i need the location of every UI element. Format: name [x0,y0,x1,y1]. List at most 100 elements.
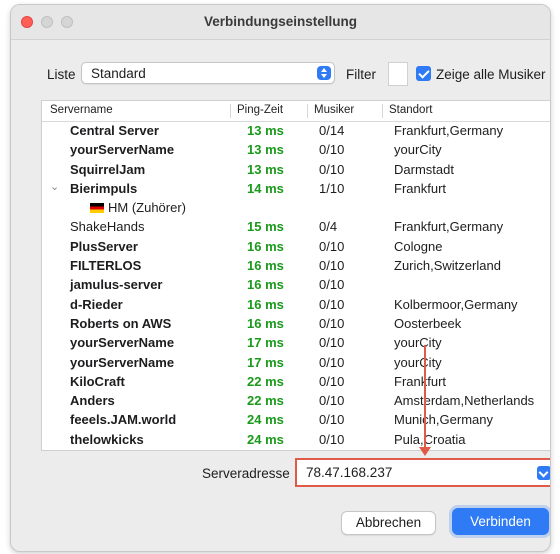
server-location: Kolbermoor,Germany [394,296,518,312]
ping-time: 17 ms [247,335,284,351]
ping-time: 16 ms [247,258,284,274]
table-row[interactable]: Roberts on AWS 16 ms 0/10 Oosterbeek [42,314,550,333]
server-name: Roberts on AWS [70,315,172,331]
musician-count: 0/10 [319,142,345,158]
table-row[interactable]: d-Rieder 16 ms 0/10 Kolbermoor,Germany [42,295,550,314]
server-location: Frankfurt,Germany [394,219,504,235]
ping-time: 16 ms [247,315,284,331]
connection-settings-window: Verbindungseinstellung Liste Standard Fi… [10,4,551,552]
server-name: ShakeHands [70,219,145,235]
ping-time: 16 ms [247,296,284,312]
table-row[interactable]: yourServerName 17 ms 0/10 yourCity [42,333,550,352]
title-bar: Verbindungseinstellung [11,5,550,40]
ping-time: 24 ms [247,431,284,447]
musician-count: 0/10 [319,373,345,389]
table-row[interactable]: SquirrelJam 13 ms 0/10 Darmstadt [42,160,550,179]
ping-time: 22 ms [247,373,284,389]
musician-count: 0/10 [319,335,345,351]
server-location: yourCity [394,142,442,158]
server-location: Frankfurt [394,180,447,196]
server-location: Amsterdam,Netherlands [394,393,535,409]
musician-count: 0/10 [319,431,345,447]
liste-select[interactable]: Standard [81,62,335,84]
column-header-standort[interactable]: Standort [389,104,432,116]
server-address-input[interactable]: 78.47.168.237 [300,463,532,482]
table-row[interactable]: feeels.JAM.world 24 ms 0/10 Munich,Germany [42,410,550,429]
server-location: yourCity [394,335,442,351]
column-divider [307,104,308,118]
server-name: thelowkicks [70,431,144,447]
musician-count: 0/4 [319,219,338,235]
table-row[interactable]: yourServerName 13 ms 0/10 yourCity [42,140,550,159]
ping-time: 13 ms [247,142,284,158]
liste-select-value: Standard [91,66,146,81]
filter-input[interactable] [388,62,408,86]
table-row[interactable]: thelowkicks 24 ms 0/10 Pula,Croatia [42,430,550,449]
server-name: Bierimpuls [70,180,138,196]
show-all-musicians-checkbox[interactable] [416,66,431,81]
client-row: HM (Zuhörer) [42,198,550,217]
select-arrows-icon [317,66,331,80]
musician-count: 0/10 [319,238,345,254]
server-list-table[interactable]: Servername Ping-Zeit Musiker Standort Ce… [41,100,550,451]
chevron-down-icon[interactable] [537,466,550,480]
ping-time: 14 ms [247,180,284,196]
server-rows: Central Server 13 ms 0/14 Frankfurt,Germany… [42,121,550,449]
server-name: Anders [70,393,115,409]
ping-time: 15 ms [247,219,284,235]
table-row[interactable]: FILTERLOS 16 ms 0/10 Zurich,Switzerland [42,256,550,275]
server-name: SquirrelJam [70,161,146,177]
chevron-down-icon[interactable]: ⌄ [50,180,59,193]
server-location: Frankfurt,Germany [394,123,504,138]
table-header: Servername Ping-Zeit Musiker Standort [42,101,550,122]
column-header-ping[interactable]: Ping-Zeit [237,104,283,116]
server-location: yourCity [394,354,442,370]
annotation-arrow-head [419,447,431,456]
musician-count: 1/10 [319,180,345,196]
ping-time: 13 ms [247,161,284,177]
ping-time: 24 ms [247,412,284,428]
server-location: Darmstadt [394,161,454,177]
musician-count: 0/10 [319,277,345,293]
ping-time: 16 ms [247,238,284,254]
ping-time: 22 ms [247,393,284,409]
ping-time: 13 ms [247,123,284,138]
musician-count: 0/10 [319,393,345,409]
server-location: Zurich,Switzerland [394,258,501,274]
server-name: d-Rieder [70,296,123,312]
column-header-servername[interactable]: Servername [50,104,113,116]
server-location: Pula,Croatia [394,431,466,447]
musician-count: 0/10 [319,296,345,312]
window-title: Verbindungseinstellung [203,14,357,29]
table-row[interactable]: ShakeHands 15 ms 0/4 Frankfurt,Germany [42,217,550,236]
musician-count: 0/10 [319,354,345,370]
server-location: Munich,Germany [394,412,493,428]
musician-count: 0/10 [319,315,345,331]
server-name: feeels.JAM.world [70,412,177,428]
table-row[interactable]: KiloCraft 22 ms 0/10 Frankfurt [42,372,550,391]
server-name: yourServerName [70,354,175,370]
column-header-musiker[interactable]: Musiker [314,104,354,116]
table-row[interactable]: Central Server 13 ms 0/14 Frankfurt,Germany [42,121,550,140]
show-all-musicians-label: Zeige alle Musiker [436,67,546,82]
server-address-label: Serveradresse [202,466,290,481]
column-divider [382,104,383,118]
table-row[interactable]: ⌄ Bierimpuls 14 ms 1/10 Frankfurt [42,179,550,198]
table-row[interactable]: jamulus-server 16 ms 0/10 [42,275,550,294]
table-row[interactable]: Anders 22 ms 0/10 Amsterdam,Netherlands [42,391,550,410]
germany-flag-icon [90,203,104,214]
connect-button[interactable]: Verbinden [452,508,549,535]
column-divider [230,104,231,118]
musician-count: 0/10 [319,412,345,428]
musician-count: 0/10 [319,258,345,274]
server-address-highlight: 78.47.168.237 [295,458,550,487]
table-row[interactable]: yourServerName 17 ms 0/10 yourCity [42,353,550,372]
server-name: yourServerName [70,335,175,351]
musician-count: 0/10 [319,161,345,177]
server-name: jamulus-server [70,277,163,293]
musician-count: 0/14 [319,123,345,138]
filter-label: Filter [346,67,376,82]
cancel-button[interactable]: Abbrechen [341,511,436,535]
server-location: Frankfurt [394,373,447,389]
table-row[interactable]: PlusServer 16 ms 0/10 Cologne [42,237,550,256]
